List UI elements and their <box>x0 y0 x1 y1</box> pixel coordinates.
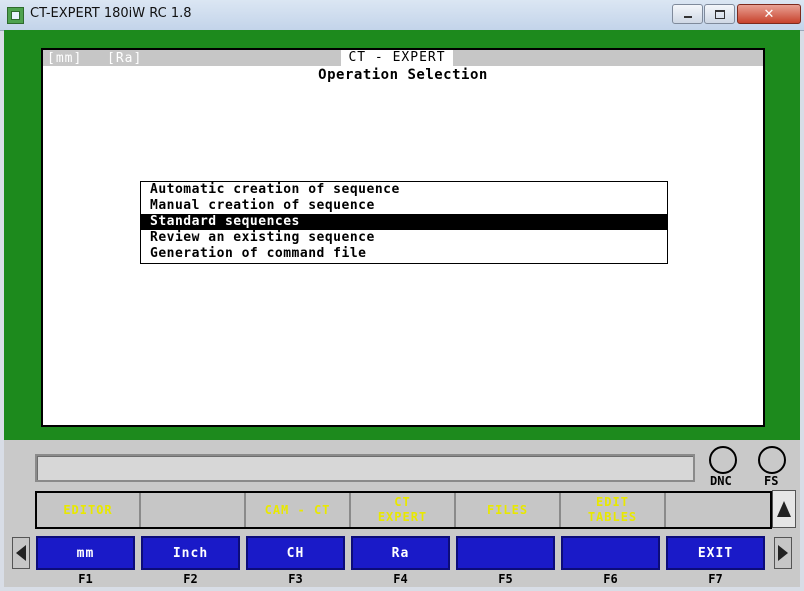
scroll-up-arrow-icon[interactable] <box>772 490 796 528</box>
minimize-icon <box>683 16 692 18</box>
window-title: CT-EXPERT 180iW RC 1.8 <box>30 6 192 21</box>
f6-key-label: F6 <box>603 572 618 586</box>
mode-edit-tables-label-1: EDIT <box>596 495 629 509</box>
mode-edit-tables-label-2: TABLES <box>587 510 638 524</box>
minimize-button[interactable] <box>672 4 703 24</box>
mode-cam-ct-label: CAM - CT <box>264 502 331 517</box>
fs-label: FS <box>764 474 779 488</box>
f3-ch-button[interactable]: CH <box>246 536 345 570</box>
operation-menu: Automatic creation of sequence Manual cr… <box>140 181 668 264</box>
mode-files[interactable]: FILES <box>456 493 561 527</box>
close-button[interactable]: ✕ <box>737 4 801 24</box>
left-arrow-icon[interactable] <box>12 537 30 569</box>
f5-key-label: F5 <box>498 572 513 586</box>
mode-ct-expert-label-2: EXPERT <box>377 510 428 524</box>
f6-button[interactable] <box>561 536 660 570</box>
function-keys: mm Inch CH Ra EXIT <box>36 536 767 570</box>
page-subtitle: Operation Selection <box>318 67 488 83</box>
dnc-indicator-icon <box>709 446 737 474</box>
mode-files-label: FILES <box>486 502 529 517</box>
menu-item-generate-command-file[interactable]: Generation of command file <box>141 246 667 262</box>
mode-editor[interactable]: EDITOR <box>37 493 141 527</box>
menu-item-review-sequence[interactable]: Review an existing sequence <box>141 230 667 246</box>
f1-key-label: F1 <box>78 572 93 586</box>
mode-blank <box>141 493 246 527</box>
f5-button[interactable] <box>456 536 555 570</box>
menu-item-standard-sequences[interactable]: Standard sequences <box>141 214 667 230</box>
unit-tag: [mm] <box>47 51 83 66</box>
f7-exit-button[interactable]: EXIT <box>666 536 765 570</box>
mode-blank-2 <box>666 493 766 527</box>
f2-inch-button[interactable]: Inch <box>141 536 240 570</box>
window-titlebar: CT-EXPERT 180iW RC 1.8 ✕ <box>0 0 804 31</box>
f2-key-label: F2 <box>183 572 198 586</box>
f3-key-label: F3 <box>288 572 303 586</box>
app-icon <box>7 7 24 24</box>
function-key-labels: F1 F2 F3 F4 F5 F6 F7 <box>36 572 767 586</box>
status-field <box>35 454 695 482</box>
header-bar: [mm] [Ra] CT - EXPERT <box>43 50 763 66</box>
fs-indicator-icon <box>758 446 786 474</box>
close-icon: ✕ <box>763 6 775 22</box>
maximize-button[interactable] <box>704 4 735 24</box>
f4-ra-button[interactable]: Ra <box>351 536 450 570</box>
main-screen: [mm] [Ra] CT - EXPERT Operation Selectio… <box>41 48 765 427</box>
mode-ct-expert[interactable]: CT EXPERT <box>351 493 456 527</box>
mode-strip: EDITOR CAM - CT CT EXPERT FILES EDIT TAB… <box>35 491 772 529</box>
mode-cam-ct[interactable]: CAM - CT <box>246 493 351 527</box>
f7-key-label: F7 <box>708 572 723 586</box>
menu-item-manual-creation[interactable]: Manual creation of sequence <box>141 198 667 214</box>
mode-edit-tables[interactable]: EDIT TABLES <box>561 493 666 527</box>
mode-editor-label: EDITOR <box>63 502 113 517</box>
maximize-icon <box>714 9 725 19</box>
roughness-tag: [Ra] <box>107 51 143 66</box>
menu-item-automatic-creation[interactable]: Automatic creation of sequence <box>141 182 667 198</box>
f4-key-label: F4 <box>393 572 408 586</box>
mode-ct-expert-label-1: CT <box>394 495 411 509</box>
app-title: CT - EXPERT <box>341 50 453 66</box>
right-arrow-icon[interactable] <box>774 537 792 569</box>
dnc-label: DNC <box>710 474 732 488</box>
f1-mm-button[interactable]: mm <box>36 536 135 570</box>
